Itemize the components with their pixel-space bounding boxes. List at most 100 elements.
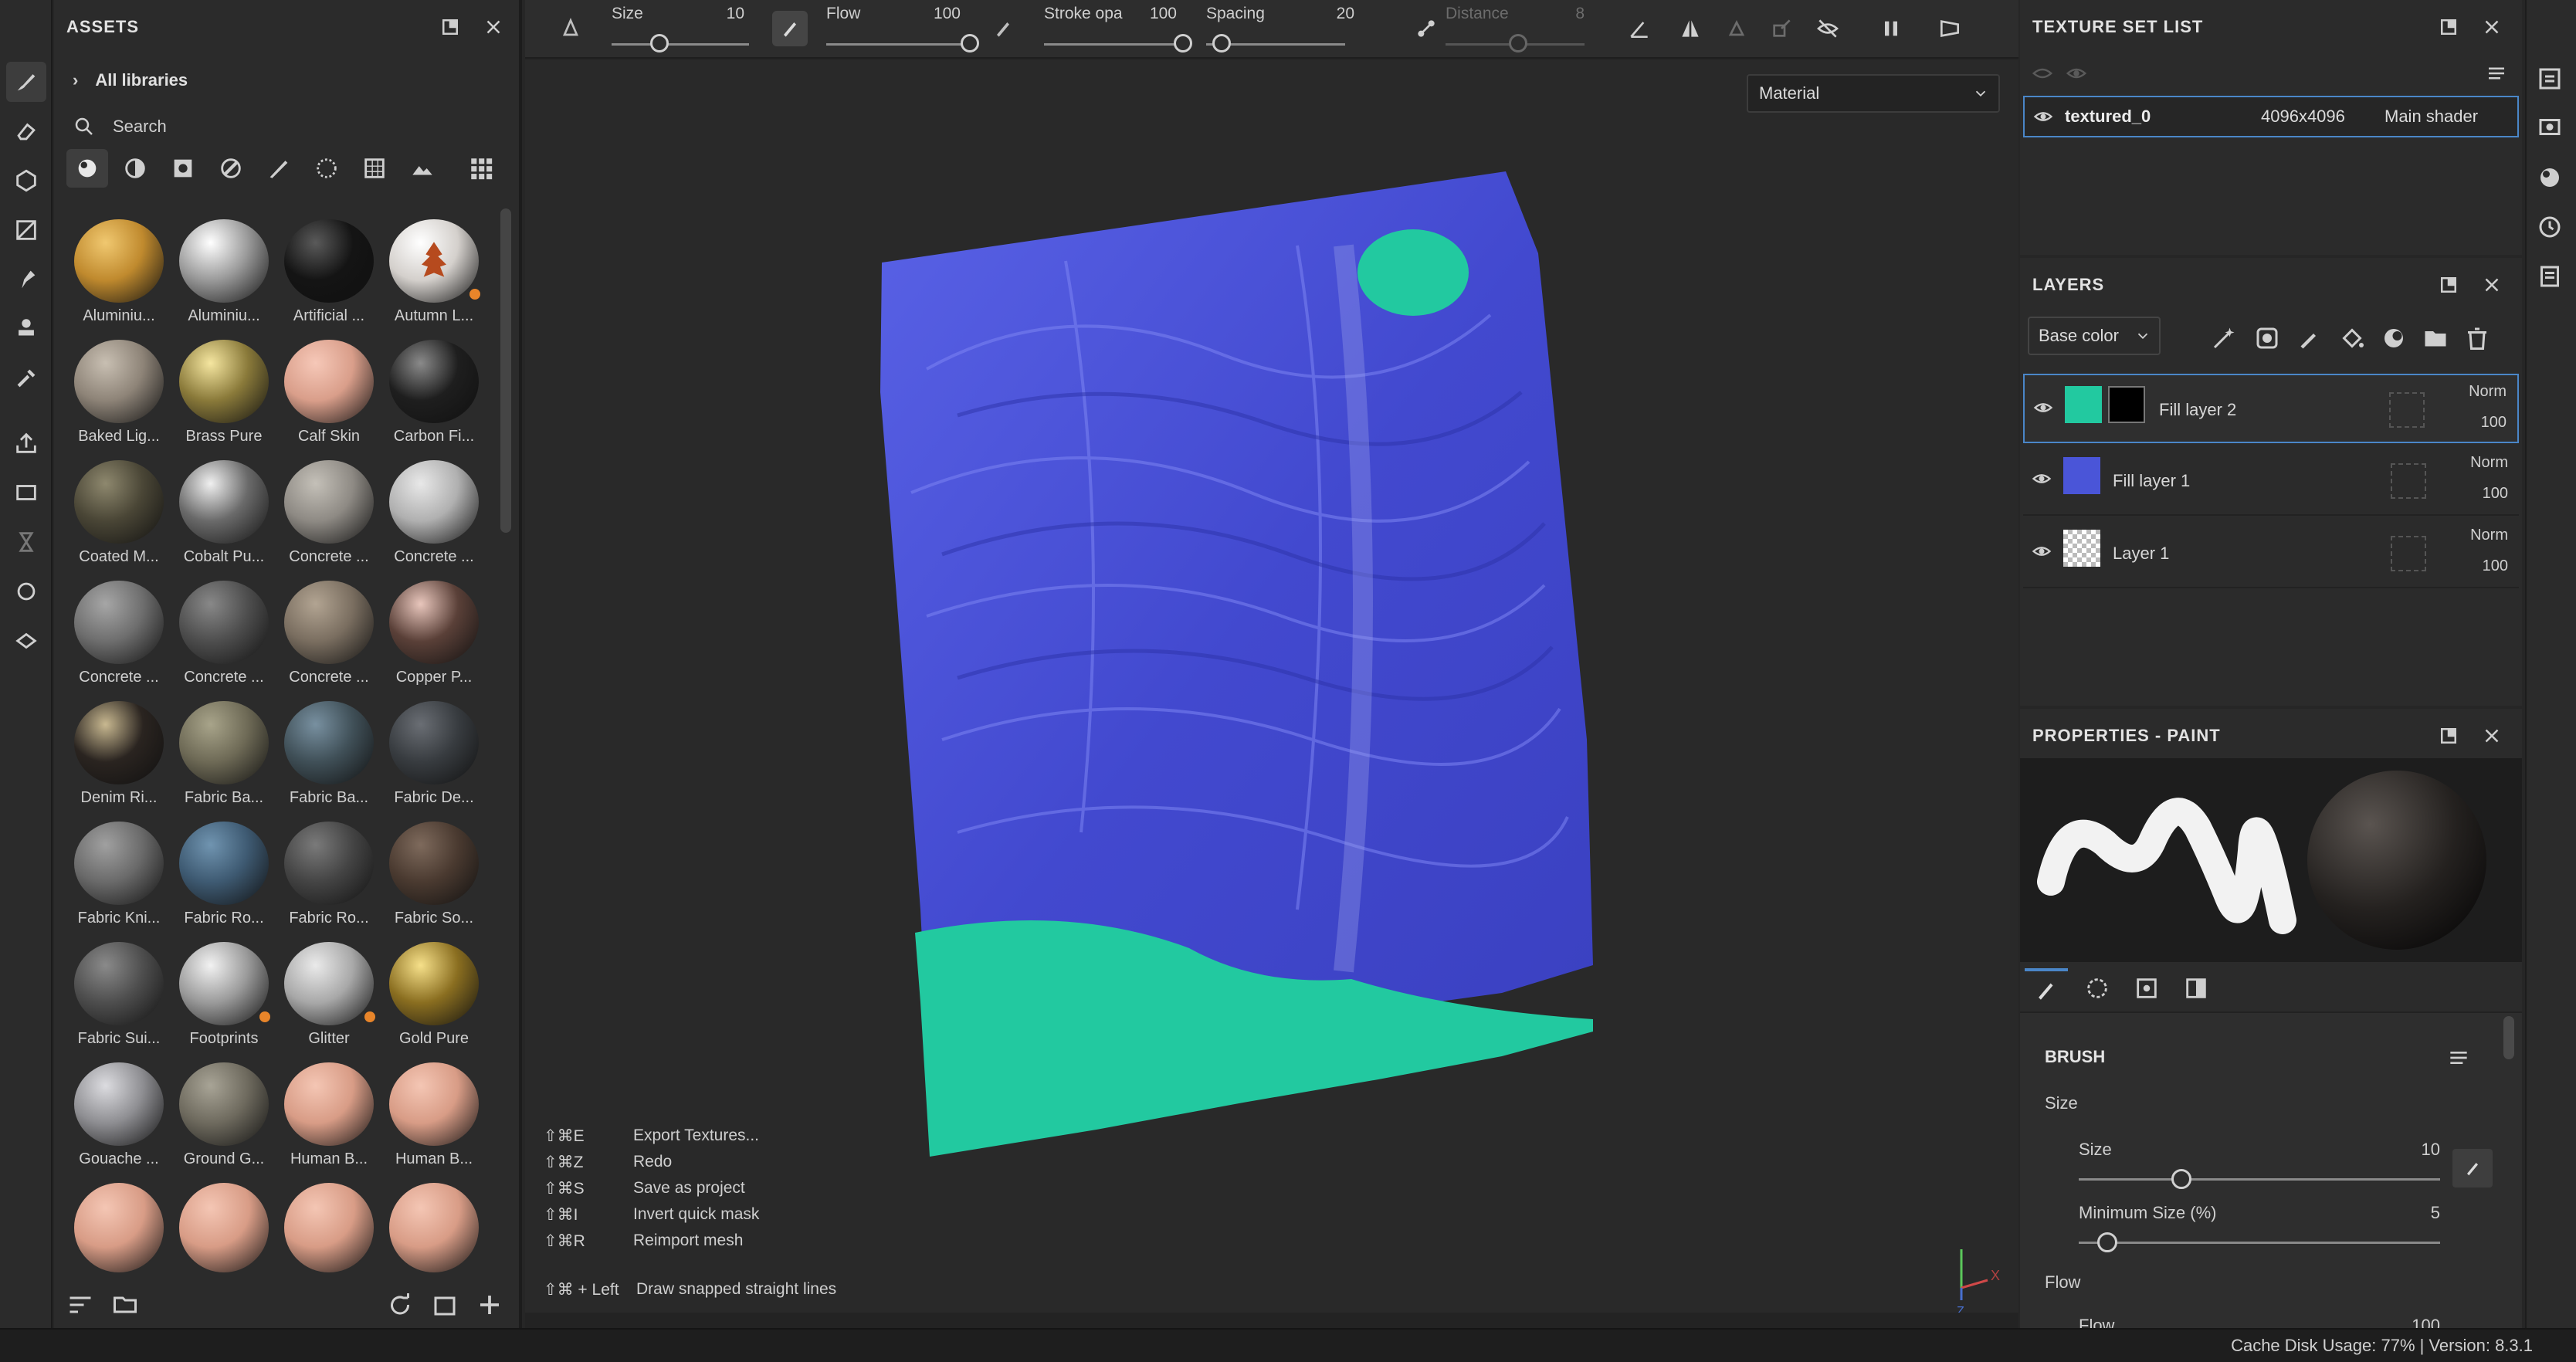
blend-mode-select[interactable]: Norm bbox=[2470, 527, 2508, 544]
material-thumbnail[interactable] bbox=[179, 1183, 269, 1272]
grid-view-icon[interactable] bbox=[460, 149, 502, 188]
pressure-flow-icon[interactable] bbox=[985, 11, 1021, 46]
mirror-icon[interactable] bbox=[1673, 11, 1708, 46]
clone-stamp-icon[interactable] bbox=[6, 309, 46, 349]
asset-item[interactable]: Copper P... bbox=[381, 565, 486, 686]
undock-icon[interactable] bbox=[2437, 15, 2460, 39]
history-icon[interactable] bbox=[2536, 213, 2568, 246]
stroke-opacity-slider[interactable] bbox=[1044, 43, 1181, 46]
asset-item[interactable]: Gouache ... bbox=[66, 1047, 171, 1167]
asset-item[interactable]: Fabric De... bbox=[381, 686, 486, 806]
masks-filter-icon[interactable] bbox=[162, 149, 204, 188]
blend-mode-select[interactable]: Norm bbox=[2469, 383, 2507, 401]
eye-icon[interactable] bbox=[2031, 540, 2052, 562]
asset-item[interactable]: Fabric Ba... bbox=[171, 686, 276, 806]
magic-wand-icon[interactable] bbox=[2210, 324, 2241, 355]
import-icon[interactable] bbox=[431, 1291, 459, 1319]
asset-item[interactable] bbox=[66, 1167, 171, 1274]
paint-brush-icon[interactable] bbox=[6, 62, 46, 102]
size-slider[interactable] bbox=[2079, 1178, 2440, 1181]
filter-list-icon[interactable] bbox=[66, 1291, 94, 1319]
shader-settings-icon[interactable] bbox=[2536, 164, 2568, 196]
material-thumbnail[interactable] bbox=[179, 340, 269, 424]
eye-icon[interactable] bbox=[2032, 106, 2054, 127]
material-thumbnail[interactable] bbox=[74, 340, 164, 424]
display-settings-icon[interactable] bbox=[2536, 114, 2568, 147]
mesh-icon[interactable] bbox=[6, 621, 46, 661]
layer-row-layer-1[interactable]: Layer 1 Norm 100 bbox=[2023, 519, 2519, 588]
refresh-icon[interactable] bbox=[386, 1291, 414, 1319]
distance-slider-knob[interactable] bbox=[1509, 34, 1527, 53]
add-icon[interactable] bbox=[476, 1291, 503, 1319]
material-thumbnail[interactable] bbox=[389, 219, 480, 303]
symmetry-tool-icon[interactable] bbox=[553, 11, 588, 46]
textures-filter-icon[interactable] bbox=[354, 149, 395, 188]
transform-icon[interactable] bbox=[1764, 11, 1799, 46]
asset-item[interactable]: Fabric Ba... bbox=[276, 686, 381, 806]
layer-row-fill-layer-2[interactable]: Fill layer 2 Norm 100 bbox=[2023, 374, 2519, 443]
alphas-filter-icon[interactable] bbox=[306, 149, 347, 188]
menu-icon[interactable] bbox=[2485, 62, 2508, 85]
material-thumbnail[interactable] bbox=[389, 340, 479, 424]
delete-layer-icon[interactable] bbox=[2463, 324, 2494, 355]
hide-all-icon[interactable] bbox=[2031, 62, 2054, 85]
smudge-icon[interactable] bbox=[6, 259, 46, 300]
material-thumbnail[interactable] bbox=[179, 1062, 269, 1147]
undock-icon[interactable] bbox=[2437, 724, 2460, 747]
asset-item[interactable]: Concrete ... bbox=[276, 565, 381, 686]
material-thumbnail[interactable] bbox=[284, 942, 375, 1026]
texture-set-settings-icon[interactable] bbox=[2536, 65, 2568, 97]
flow-slider[interactable] bbox=[826, 43, 965, 46]
asset-item[interactable]: Fabric So... bbox=[381, 806, 486, 927]
eye-icon[interactable] bbox=[2032, 397, 2054, 418]
transparent-layer-thumbnail[interactable] bbox=[2063, 530, 2100, 567]
projection-icon[interactable] bbox=[6, 161, 46, 201]
asset-item[interactable]: Concrete ... bbox=[171, 565, 276, 686]
add-mask-icon[interactable] bbox=[2380, 324, 2411, 355]
material-thumbnail[interactable] bbox=[74, 460, 164, 544]
fill-texture-thumbnail[interactable] bbox=[2063, 457, 2100, 494]
min-size-slider-knob[interactable] bbox=[2097, 1232, 2117, 1252]
material-thumbnail[interactable] bbox=[74, 1062, 164, 1147]
asset-item[interactable]: Brass Pure bbox=[171, 324, 276, 445]
material-thumbnail[interactable] bbox=[74, 701, 164, 785]
close-icon[interactable] bbox=[2480, 724, 2503, 747]
material-thumbnail[interactable] bbox=[389, 942, 479, 1026]
asset-item[interactable]: Artificial ... bbox=[276, 204, 381, 324]
material-thumbnail[interactable] bbox=[284, 822, 374, 906]
library-selector[interactable]: › All libraries bbox=[73, 65, 188, 96]
opacity-value[interactable]: 100 bbox=[2483, 557, 2508, 575]
polygon-fill-icon[interactable] bbox=[6, 210, 46, 250]
bake-icon[interactable] bbox=[6, 473, 46, 513]
asset-item[interactable]: Fabric Ro... bbox=[276, 806, 381, 927]
lazy-mouse-icon[interactable] bbox=[1408, 11, 1444, 46]
material-thumbnail[interactable] bbox=[179, 942, 270, 1026]
stroke-opacity-slider-knob[interactable] bbox=[1174, 34, 1192, 53]
add-paint-layer-icon[interactable] bbox=[2295, 324, 2326, 355]
asset-item[interactable]: Concrete ... bbox=[381, 445, 486, 565]
show-all-icon[interactable] bbox=[2065, 62, 2088, 85]
material-thumbnail[interactable] bbox=[74, 942, 164, 1026]
log-icon[interactable] bbox=[2536, 263, 2568, 295]
pressure-size-icon[interactable] bbox=[772, 11, 808, 46]
eraser-icon[interactable] bbox=[6, 111, 46, 151]
material-thumbnail[interactable] bbox=[179, 701, 269, 785]
material-thumbnail[interactable] bbox=[74, 822, 164, 906]
min-size-slider[interactable] bbox=[2079, 1242, 2440, 1244]
asset-item[interactable] bbox=[381, 1167, 486, 1274]
smart-materials-filter-icon[interactable] bbox=[114, 149, 156, 188]
opacity-value[interactable]: 100 bbox=[2483, 485, 2508, 503]
asset-item[interactable] bbox=[171, 1167, 276, 1274]
menu-icon[interactable] bbox=[2446, 1045, 2471, 1070]
asset-item[interactable]: Autumn L... bbox=[381, 204, 486, 324]
flow-slider-knob[interactable] bbox=[961, 34, 979, 53]
display-settings-icon[interactable] bbox=[6, 571, 46, 612]
filters-filter-icon[interactable] bbox=[210, 149, 252, 188]
search-input[interactable]: Search bbox=[73, 110, 505, 144]
asset-item[interactable]: Denim Ri... bbox=[66, 686, 171, 806]
material-thumbnail[interactable] bbox=[284, 701, 374, 785]
material-thumbnail[interactable] bbox=[179, 822, 269, 906]
mask-thumbnail[interactable] bbox=[2108, 386, 2145, 423]
opacity-value[interactable]: 100 bbox=[2481, 414, 2507, 432]
hourglass-icon[interactable] bbox=[6, 522, 46, 562]
